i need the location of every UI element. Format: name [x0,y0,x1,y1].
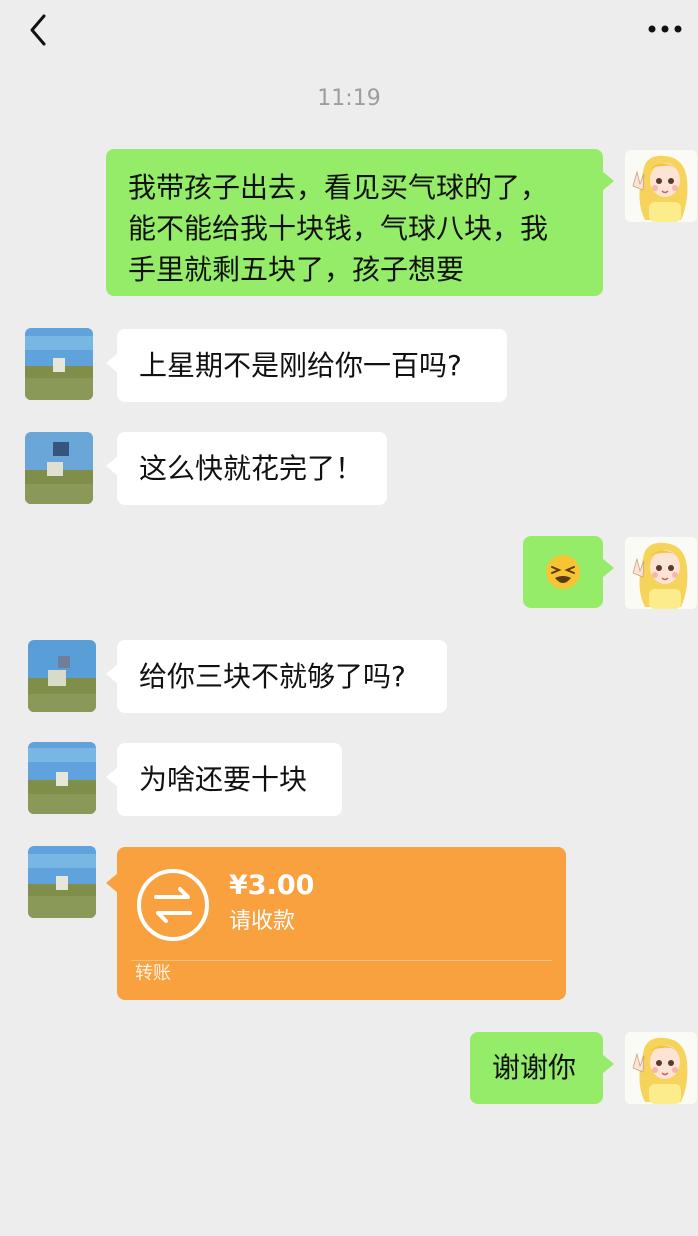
contact-avatar[interactable] [28,846,96,918]
message-line: 手里就剩五块了，孩子想要 [128,253,465,286]
message-text: 为啥还要十块 [139,763,308,796]
contact-avatar[interactable] [28,640,96,712]
chevron-left-icon [30,14,46,46]
transfer-icon [136,868,210,942]
message-line: 能不能给我十块钱，气球八块，我 [128,212,549,245]
contact-avatar[interactable] [25,328,93,400]
message-line: 我带孩子出去，看见买气球的了， [128,171,549,204]
contact-avatar[interactable] [25,432,93,504]
back-button[interactable] [24,10,54,50]
my-avatar[interactable] [625,537,697,609]
message-timestamp: 11:19 [317,86,381,111]
transfer-card[interactable]: ¥3.00 请收款 转账 [106,847,566,1000]
message-bubble[interactable]: 这么快就花完了！ [106,432,387,505]
contact-avatar[interactable] [28,742,96,814]
message-bubble[interactable]: 上星期不是刚给你一百吗? [106,329,507,402]
top-bar [0,0,698,60]
transfer-label: 转账 [135,963,171,984]
more-dots-icon [648,25,682,33]
more-button[interactable] [644,14,688,44]
message-bubble[interactable]: 谢谢你 [470,1032,614,1104]
crying-laughing-emoji-icon [546,555,580,589]
my-avatar[interactable] [625,1032,697,1104]
message-text: 谢谢你 [492,1051,577,1084]
transfer-divider [131,960,552,961]
message-text: 给你三块不就够了吗? [139,660,406,693]
message-bubble[interactable]: 给你三块不就够了吗? [106,640,447,713]
transfer-status: 请收款 [229,909,296,934]
message-text: 这么快就花完了！ [139,452,364,485]
message-bubble[interactable]: 为啥还要十块 [106,743,342,816]
message-bubble[interactable] [523,536,614,608]
my-avatar[interactable] [625,150,697,222]
message-bubble[interactable]: 我带孩子出去，看见买气球的了， 能不能给我十块钱，气球八块，我 手里就剩五块了，… [106,149,614,296]
message-text: 上星期不是刚给你一百吗? [139,349,462,382]
transfer-amount: ¥3.00 [229,870,315,901]
